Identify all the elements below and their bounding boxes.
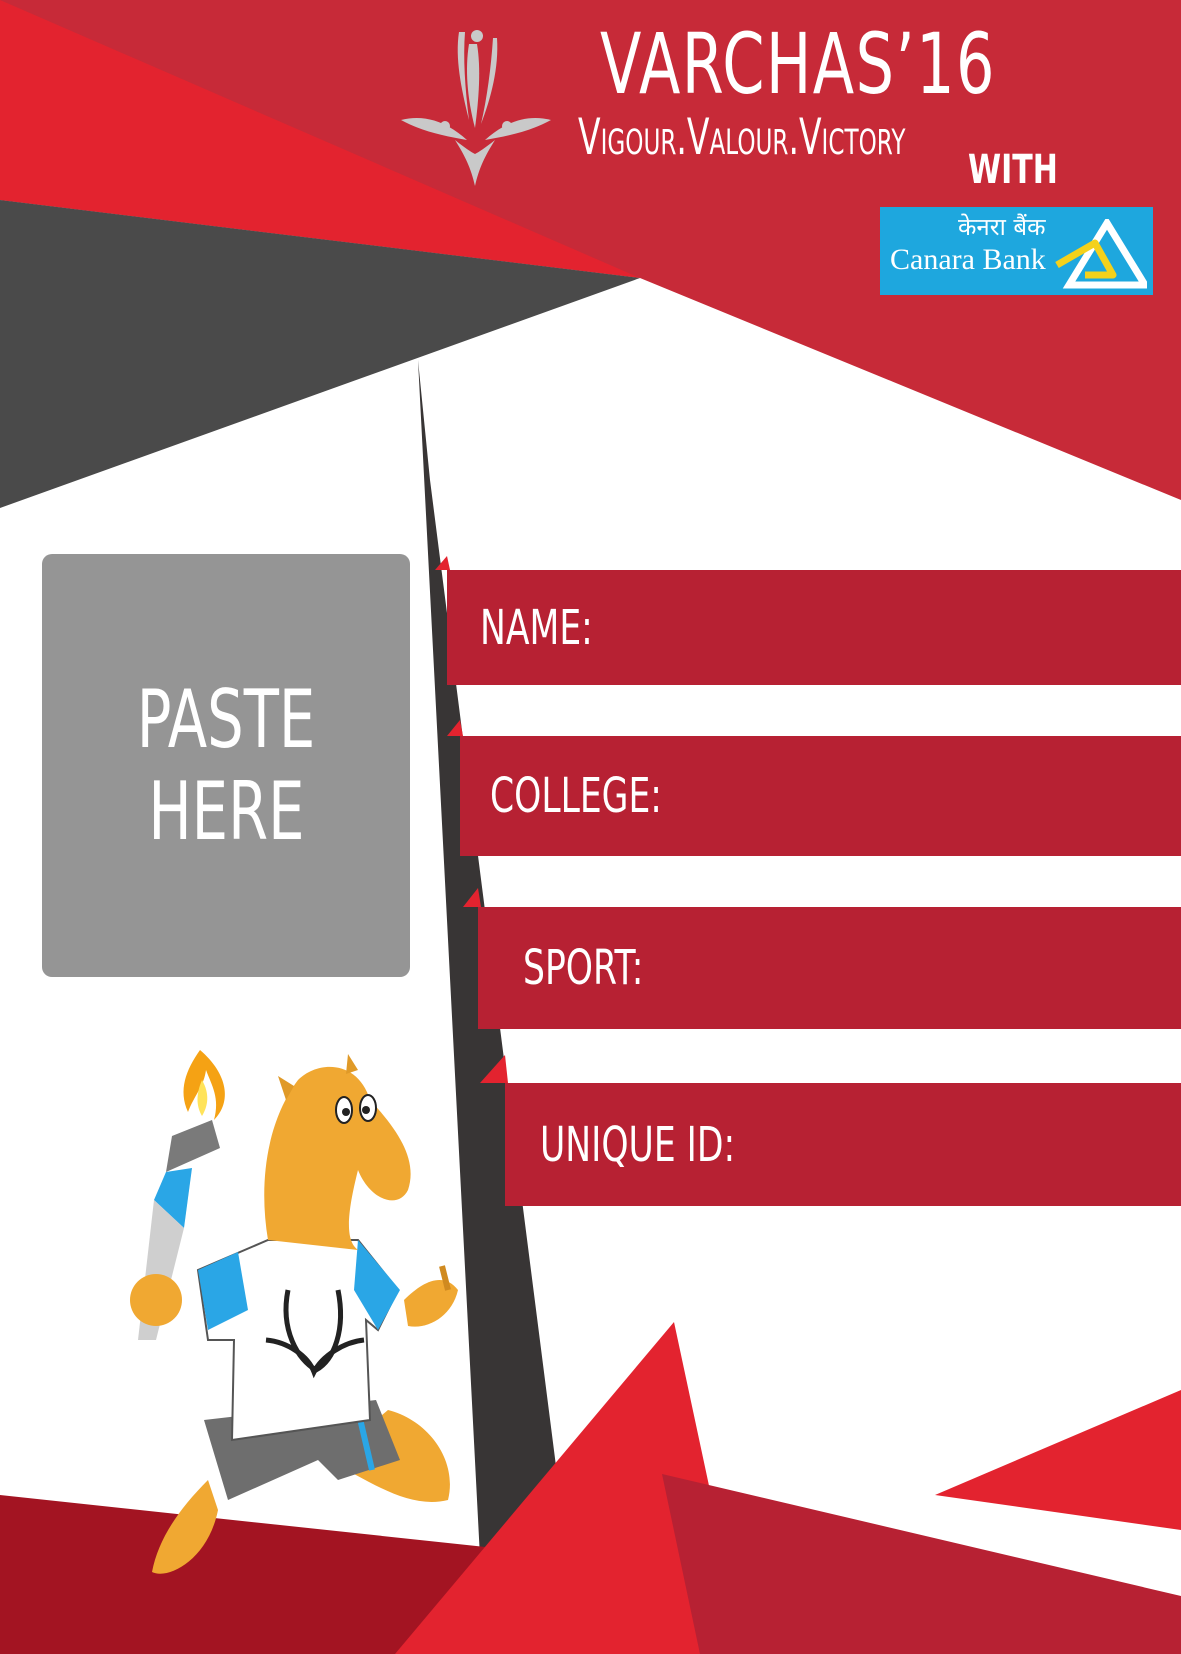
photo-placeholder-line2: HERE xyxy=(147,764,305,858)
college-field-band: COLLEGE: xyxy=(460,736,1181,856)
college-field-label: COLLEGE: xyxy=(490,768,662,824)
varchas-emblem-logo xyxy=(401,30,551,186)
unique-id-field-band: UNIQUE ID: xyxy=(505,1083,1181,1206)
photo-placeholder: PASTE HERE xyxy=(42,554,410,977)
sport-field-band: SPORT: xyxy=(478,907,1181,1029)
name-field-label: NAME: xyxy=(480,599,593,656)
registration-card: VARCHAS’16 Vigour.Valour.Victory WITH के… xyxy=(0,0,1181,1654)
canara-bank-triangle-icon xyxy=(1055,219,1147,289)
sponsor-logo-box: केनरा बैंक Canara Bank xyxy=(880,207,1153,295)
bottom-right-small-triangle xyxy=(935,1390,1181,1530)
event-tagline: Vigour.Valour.Victory xyxy=(578,108,906,166)
name-field-band: NAME: xyxy=(447,570,1181,685)
sponsor-name-hindi: केनरा बैंक xyxy=(958,213,1046,241)
unique-id-field-label: UNIQUE ID: xyxy=(540,1116,736,1173)
photo-placeholder-line1: PASTE xyxy=(136,672,316,766)
sport-field-label: SPORT: xyxy=(523,940,644,996)
event-title: VARCHAS’16 xyxy=(600,15,996,113)
sponsor-with-label: WITH xyxy=(968,147,1058,193)
sponsor-name: Canara Bank xyxy=(890,243,1046,276)
camel-mascot-illustration xyxy=(130,1050,458,1574)
